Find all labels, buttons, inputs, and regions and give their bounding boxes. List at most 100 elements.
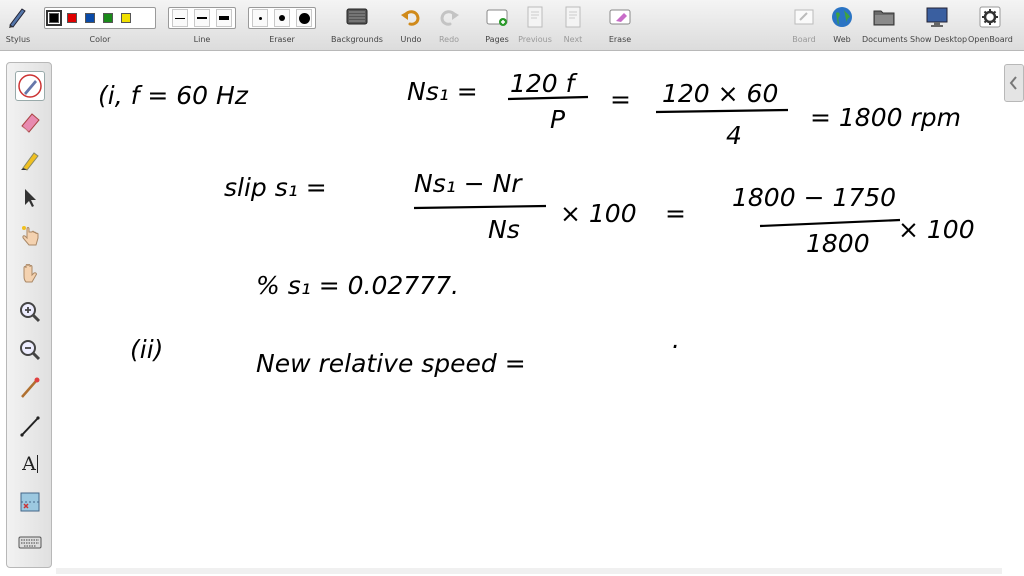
handwritten-dot: . [672,325,680,354]
color-palette [44,7,156,29]
zoom-out-tool-button[interactable] [17,337,43,363]
tool-sidebar: A [6,62,52,568]
zoom-in-tool-button[interactable] [17,299,43,325]
chevron-icon [1009,76,1017,90]
handwritten-ns1-lhs: Ns₁ = [407,77,478,106]
text-icon: A [22,453,36,475]
handwritten-line1-frequency: (i, f = 60 Hz [98,81,249,110]
times-100-b: × 100 [898,215,975,244]
hand-tool-button[interactable] [17,261,43,287]
zoom-out-icon [20,340,41,361]
interact-tool-button[interactable] [17,223,43,249]
eraser-group: Eraser [248,0,316,50]
equals-sign-1: = [610,85,631,114]
documents-button[interactable]: Documents [862,0,908,50]
pointer-stick-icon [21,377,40,398]
web-button[interactable]: Web [828,0,856,50]
show-desktop-button[interactable]: Show Desktop [910,0,968,50]
web-label: Web [833,35,851,44]
keyboard-icon [18,536,42,549]
line-thick-button[interactable] [216,9,232,27]
handwritten-part-ii-label: (ii) [130,335,163,364]
openboard-menu-button[interactable]: OpenBoard [968,0,1013,50]
stylus-label: Stylus [5,35,31,44]
undo-button[interactable]: Undo [398,0,424,50]
main-toolbar: Stylus Color Line Eraser Backgrounds Und… [0,0,1024,51]
line-width-palette [168,7,236,29]
pen-tool-button[interactable] [15,71,45,101]
handwritten-slip-lhs: slip s₁ = [224,173,327,202]
eraser-icon [21,113,40,133]
line-medium-button[interactable] [194,9,210,27]
fraction1-numerator: 120 f [510,69,578,98]
fraction3-numerator: Ns₁ − Nr [414,169,523,198]
color-swatch-yellow[interactable] [121,13,131,23]
fraction4-bar [759,218,901,228]
erase-label: Erase [608,35,632,44]
previous-label: Previous [518,35,552,44]
virtual-keyboard-button[interactable] [17,529,43,555]
laser-hand-icon [22,226,39,246]
fraction3-denominator: Ns [488,215,520,244]
color-swatch-blue[interactable] [85,13,95,23]
eraser-small-button[interactable] [252,9,268,27]
page-scroll-handle[interactable] [1004,64,1024,102]
backgrounds-label: Backgrounds [331,35,383,44]
line-thin-button[interactable] [172,9,188,27]
selector-tool-button[interactable] [17,185,43,211]
equals-sign-2: = [665,199,686,228]
add-page-icon [486,9,508,26]
next-page-button[interactable]: Next [558,0,588,50]
horizontal-scrollbar[interactable] [56,568,1002,574]
redo-button[interactable]: Redo [436,0,462,50]
documents-label: Documents [862,35,908,44]
color-swatch-black[interactable] [46,10,62,26]
whiteboard-canvas[interactable]: (i, f = 60 Hz Ns₁ = 120 f P = 120 × 60 4… [56,52,1002,574]
fraction2-numerator: 120 × 60 [662,79,778,108]
hand-icon [23,264,37,283]
erase-board-icon [609,9,631,25]
stylus-button[interactable]: Stylus [0,0,36,50]
handwritten-new-relative-speed: New relative speed = [256,349,526,378]
line-group: Line [168,0,236,50]
board-button[interactable]: Board [788,0,820,50]
color-swatch-green[interactable] [103,13,113,23]
backgrounds-icon [346,8,368,25]
previous-page-icon [527,6,543,28]
next-label: Next [563,35,583,44]
marker-tool-button[interactable] [17,147,43,173]
line-tool-button[interactable] [17,413,43,439]
fraction2-denominator: 4 [726,121,742,150]
show-desktop-label: Show Desktop [910,35,968,44]
eraser-label: Eraser [269,35,295,44]
eraser-size-palette [248,7,316,29]
previous-page-button[interactable]: Previous [518,0,552,50]
color-swatch-red[interactable] [67,13,77,23]
text-tool-button[interactable]: A [17,451,43,477]
zoom-in-icon [20,302,41,323]
color-group: Color [44,0,156,50]
pages-button[interactable]: Pages [482,0,512,50]
erase-button[interactable]: Erase [604,0,636,50]
color-label: Color [89,35,111,44]
globe-icon [832,7,852,27]
redo-label: Redo [438,35,460,44]
eraser-medium-button[interactable] [274,9,290,27]
pages-label: Pages [485,35,509,44]
capture-icon [20,492,40,512]
board-icon [794,9,814,25]
line-icon [20,416,40,437]
gear-icon [979,6,1001,28]
folder-icon [873,10,895,26]
openboard-label: OpenBoard [968,35,1013,44]
backgrounds-button[interactable]: Backgrounds [330,0,384,50]
result-rpm: = 1800 rpm [810,103,961,132]
eraser-large-button[interactable] [296,9,312,27]
monitor-icon [926,7,948,27]
laser-pointer-tool-button[interactable] [17,375,43,401]
fraction4-numerator: 1800 − 1750 [732,183,896,212]
capture-tool-button[interactable] [17,489,43,515]
line-label: Line [193,35,211,44]
undo-icon [401,10,420,26]
eraser-tool-button[interactable] [17,109,43,135]
